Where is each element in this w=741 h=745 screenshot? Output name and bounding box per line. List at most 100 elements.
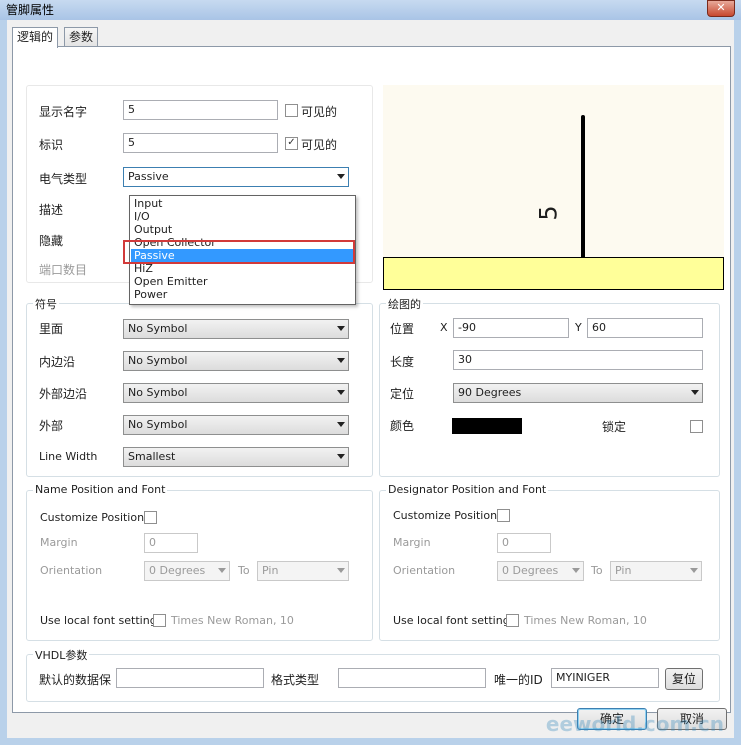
- location-label: 位置: [390, 322, 415, 336]
- dropdown-option-power[interactable]: Power: [131, 288, 354, 301]
- window-title: 管脚属性: [6, 3, 55, 17]
- pin-preview-label: 5: [534, 205, 563, 221]
- electrical-type-label: 电气类型: [39, 172, 88, 186]
- designator-margin-input[interactable]: 0: [497, 533, 551, 553]
- symbol-group-title: 符号: [33, 296, 59, 312]
- display-name-input[interactable]: 5: [123, 100, 278, 120]
- orientation-label: 定位: [390, 387, 415, 401]
- length-input[interactable]: 30: [453, 350, 703, 370]
- symbol-outside-label: 外部: [39, 419, 64, 433]
- dropdown-option-input[interactable]: Input: [131, 197, 354, 210]
- orientation-select[interactable]: 90 Degrees: [453, 383, 703, 403]
- name-orientation-label: Orientation: [40, 564, 103, 577]
- designator-input[interactable]: 5: [123, 133, 278, 153]
- designator-orientation-value: 0 Degrees: [502, 564, 559, 577]
- designator-to-label: To: [591, 564, 603, 577]
- orientation-value: 90 Degrees: [458, 386, 522, 399]
- name-font-value: Times New Roman, 10: [171, 614, 294, 627]
- location-y-input[interactable]: 60: [587, 318, 703, 338]
- display-name-visible-checkbox[interactable]: [285, 104, 298, 117]
- reset-button[interactable]: 复位: [665, 668, 703, 690]
- vhdl-format-input[interactable]: [338, 668, 486, 688]
- locked-checkbox[interactable]: [690, 420, 703, 433]
- symbol-inside-select[interactable]: No Symbol: [123, 319, 349, 339]
- designator-font-value: Times New Roman, 10: [524, 614, 647, 627]
- symbol-outside-edge-value: No Symbol: [128, 386, 188, 399]
- line-width-label: Line Width: [39, 450, 98, 463]
- chevron-down-icon: [337, 390, 345, 395]
- locked-label: 锁定: [602, 420, 627, 434]
- name-customize-checkbox[interactable]: [144, 511, 157, 524]
- tab-logical[interactable]: 逻辑的: [12, 27, 59, 48]
- designator-customize-checkbox[interactable]: [497, 509, 510, 522]
- symbol-inside-edge-value: No Symbol: [128, 354, 188, 367]
- name-to-select[interactable]: Pin: [257, 561, 349, 581]
- chevron-down-icon: [337, 174, 345, 179]
- pin-end-icon: [581, 115, 585, 119]
- tab-page-logical: 显示名字 5 可见的 标识 5 ✓ 可见的 电气类型 Passive 描述 隐藏…: [12, 46, 731, 713]
- name-to-label: To: [238, 564, 250, 577]
- chevron-down-icon: [337, 422, 345, 427]
- name-orientation-value: 0 Degrees: [149, 564, 206, 577]
- color-swatch[interactable]: [452, 418, 522, 434]
- name-margin-input[interactable]: 0: [144, 533, 198, 553]
- name-orientation-select[interactable]: 0 Degrees: [144, 561, 230, 581]
- designator-to-select[interactable]: Pin: [610, 561, 702, 581]
- designator-margin-label: Margin: [393, 536, 431, 549]
- line-width-select[interactable]: Smallest: [123, 447, 349, 467]
- symbol-inside-edge-select[interactable]: No Symbol: [123, 351, 349, 371]
- tab-parameters[interactable]: 参数: [64, 27, 99, 47]
- pin-line: [581, 117, 585, 260]
- dropdown-option-io[interactable]: I/O: [131, 210, 354, 223]
- chevron-down-icon: [337, 568, 345, 573]
- vhdl-format-label: 格式类型: [271, 673, 320, 687]
- vhdl-uid-input[interactable]: MYINIGER: [551, 668, 659, 688]
- designator-font-checkbox[interactable]: [506, 614, 519, 627]
- chevron-down-icon: [337, 358, 345, 363]
- dialog-client: 逻辑的 参数 显示名字 5 可见的 标识 5 ✓ 可见的 电气类型 Passiv…: [7, 20, 734, 738]
- vhdl-title: VHDL参数: [33, 647, 90, 663]
- graphical-group-title: 绘图的: [386, 296, 423, 312]
- symbol-outside-value: No Symbol: [128, 418, 188, 431]
- location-x-label: X: [440, 321, 448, 334]
- highlight-annotation: [123, 240, 355, 264]
- name-font-checkbox[interactable]: [153, 614, 166, 627]
- designator-label: 标识: [39, 138, 64, 152]
- name-font-label: Use local font setting: [40, 614, 157, 627]
- symbol-inside-value: No Symbol: [128, 322, 188, 335]
- designator-visible-label: 可见的: [301, 138, 338, 152]
- designator-orientation-label: Orientation: [393, 564, 456, 577]
- port-number-label: 端口数目: [39, 263, 88, 277]
- designator-position-title: Designator Position and Font: [386, 483, 549, 496]
- designator-orientation-select[interactable]: 0 Degrees: [497, 561, 584, 581]
- chevron-down-icon: [337, 326, 345, 331]
- title-bar: 管脚属性 ✕: [0, 0, 741, 20]
- vhdl-uid-label: 唯一的ID: [494, 673, 543, 687]
- electrical-type-select[interactable]: Passive: [123, 167, 349, 187]
- designator-font-label: Use local font setting: [393, 614, 510, 627]
- vhdl-default-label: 默认的数据保: [39, 673, 112, 687]
- description-label: 描述: [39, 203, 64, 217]
- vhdl-default-input[interactable]: [116, 668, 264, 688]
- name-margin-label: Margin: [40, 536, 78, 549]
- display-name-visible-label: 可见的: [301, 105, 338, 119]
- chevron-down-icon: [691, 390, 699, 395]
- symbol-outside-edge-select[interactable]: No Symbol: [123, 383, 349, 403]
- length-label: 长度: [390, 355, 415, 369]
- designator-visible-checkbox[interactable]: ✓: [285, 137, 298, 150]
- dropdown-option-open-emitter[interactable]: Open Emitter: [131, 275, 354, 288]
- electrical-type-value: Passive: [128, 170, 169, 183]
- name-position-title: Name Position and Font: [33, 483, 168, 496]
- close-button[interactable]: ✕: [707, 0, 735, 17]
- location-x-input[interactable]: -90: [453, 318, 569, 338]
- chevron-down-icon: [337, 454, 345, 459]
- symbol-inside-label: 里面: [39, 322, 64, 336]
- name-to-value: Pin: [262, 564, 279, 577]
- component-body: [383, 257, 724, 290]
- designator-to-value: Pin: [615, 564, 632, 577]
- name-customize-label: Customize Position: [40, 511, 145, 524]
- symbol-outside-edge-label: 外部边沿: [39, 387, 88, 401]
- symbol-outside-select[interactable]: No Symbol: [123, 415, 349, 435]
- dropdown-option-output[interactable]: Output: [131, 223, 354, 236]
- location-y-label: Y: [575, 321, 582, 334]
